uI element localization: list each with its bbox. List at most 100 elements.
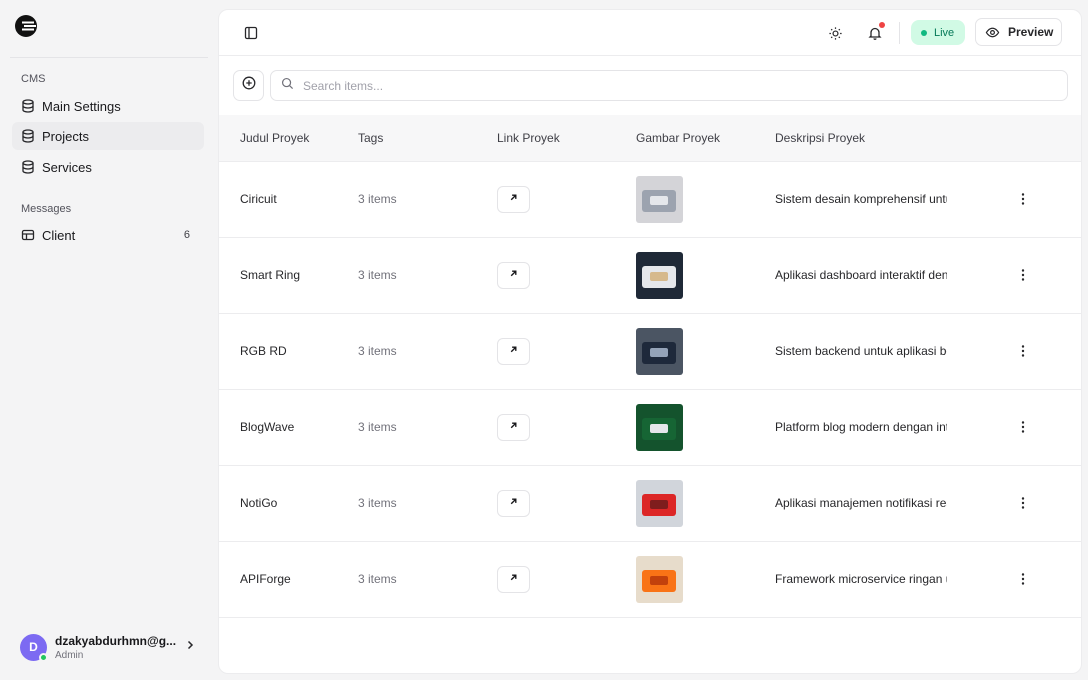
- project-description: Sistem backend untuk aplikasi berbasis: [775, 344, 947, 358]
- project-thumbnail[interactable]: [636, 555, 683, 603]
- project-thumbnail[interactable]: [636, 479, 683, 527]
- table-row[interactable]: APIForge 3 items Framework microservice …: [219, 541, 1081, 617]
- project-image-cell: [636, 541, 775, 617]
- project-link-cell: [497, 237, 636, 313]
- row-actions-cell: [975, 313, 1081, 389]
- brand-logo-icon[interactable]: [14, 14, 38, 38]
- arrow-up-right-icon: [508, 344, 519, 358]
- section-label-messages: Messages: [21, 203, 72, 215]
- project-tags: 3 items: [358, 420, 397, 434]
- project-title: APIForge: [240, 572, 291, 586]
- column-header[interactable]: Judul Proyek: [219, 115, 358, 161]
- column-header[interactable]: Gambar Proyek: [636, 115, 775, 161]
- sidebar-item-services[interactable]: Services: [12, 153, 204, 181]
- database-icon: [21, 160, 35, 174]
- project-link-cell: [497, 389, 636, 465]
- chevron-right-icon: [184, 638, 196, 656]
- arrow-up-right-icon: [508, 268, 519, 282]
- preview-label: Preview: [1008, 25, 1054, 39]
- table-header-row: Judul Proyek Tags Link Proyek Gambar Pro…: [219, 115, 1081, 161]
- table-row[interactable]: Smart Ring 3 items Aplikasi dashboard in…: [219, 237, 1081, 313]
- more-options-icon[interactable]: [1013, 189, 1033, 209]
- table-row[interactable]: Ciricuit 3 items Sistem desain komprehen…: [219, 161, 1081, 237]
- live-label: Live: [934, 26, 955, 39]
- projects-table: Judul Proyek Tags Link Proyek Gambar Pro…: [219, 115, 1081, 618]
- preview-button[interactable]: Preview: [975, 18, 1062, 46]
- sidebar-item-client[interactable]: Client 6: [12, 221, 204, 249]
- project-description: Aplikasi dashboard interaktif dengan: [775, 268, 947, 282]
- plus-circle-icon: [242, 76, 256, 95]
- more-options-icon[interactable]: [1013, 569, 1033, 589]
- project-description: Framework microservice ringan untuk: [775, 572, 947, 586]
- more-options-icon[interactable]: [1013, 265, 1033, 285]
- open-link-button[interactable]: [497, 337, 530, 365]
- more-options-icon[interactable]: [1013, 417, 1033, 437]
- arrow-up-right-icon: [508, 572, 519, 586]
- open-link-button[interactable]: [497, 413, 530, 441]
- project-thumbnail[interactable]: [636, 175, 683, 223]
- live-status-badge[interactable]: Live: [911, 20, 965, 45]
- table-row[interactable]: NotiGo 3 items Aplikasi manajemen notifi…: [219, 465, 1081, 541]
- sidebar-divider: [10, 57, 208, 58]
- top-bar: Live Preview: [219, 10, 1081, 56]
- project-description-cell: Aplikasi dashboard interaktif dengan: [775, 237, 975, 313]
- row-actions-cell: [975, 237, 1081, 313]
- project-image-cell: [636, 313, 775, 389]
- arrow-up-right-icon: [508, 496, 519, 510]
- user-menu[interactable]: D dzakyabdurhmn@g... Admin: [20, 632, 200, 662]
- user-email: dzakyabdurhmn@g...: [55, 633, 177, 648]
- sidebar-item-projects[interactable]: Projects: [12, 122, 204, 150]
- project-description-cell: Sistem desain komprehensif untuk: [775, 161, 975, 237]
- open-link-button[interactable]: [497, 565, 530, 593]
- online-status-dot: [39, 652, 48, 662]
- user-role: Admin: [55, 649, 84, 661]
- count-badge: 6: [183, 229, 190, 241]
- arrow-up-right-icon: [508, 420, 519, 434]
- table-icon: [21, 228, 35, 242]
- open-link-button[interactable]: [497, 261, 530, 289]
- sidebar: CMS Main Settings Projects Services Mess…: [0, 0, 210, 680]
- notification-bell-icon[interactable]: [864, 22, 886, 44]
- project-image-cell: [636, 161, 775, 237]
- sidebar-item-label: Main Settings: [42, 98, 121, 114]
- project-link-cell: [497, 541, 636, 617]
- column-header[interactable]: Tags: [358, 115, 497, 161]
- sun-icon[interactable]: [825, 23, 845, 43]
- more-options-icon[interactable]: [1013, 341, 1033, 361]
- project-description-cell: Aplikasi manajemen notifikasi real-time: [775, 465, 975, 541]
- project-description-cell: Framework microservice ringan untuk: [775, 541, 975, 617]
- project-description: Sistem desain komprehensif untuk: [775, 192, 947, 206]
- sidebar-toggle-icon[interactable]: [241, 23, 261, 43]
- project-title: Ciricuit: [240, 192, 277, 206]
- project-thumbnail[interactable]: [636, 403, 683, 451]
- row-actions-cell: [975, 541, 1081, 617]
- project-description: Platform blog modern dengan integrasi: [775, 420, 947, 434]
- more-options-icon[interactable]: [1013, 493, 1033, 513]
- project-link-cell: [497, 313, 636, 389]
- project-title: NotiGo: [240, 496, 278, 510]
- row-actions-cell: [975, 389, 1081, 465]
- search-input[interactable]: [303, 78, 1043, 93]
- project-title: BlogWave: [240, 420, 295, 434]
- project-tags: 3 items: [358, 572, 397, 586]
- table-row[interactable]: RGB RD 3 items Sistem backend untuk apli…: [219, 313, 1081, 389]
- project-image-cell: [636, 465, 775, 541]
- database-icon: [21, 99, 35, 113]
- avatar-initial: D: [29, 640, 38, 654]
- open-link-button[interactable]: [497, 489, 530, 517]
- add-item-button[interactable]: [233, 70, 264, 101]
- arrow-up-right-icon: [508, 192, 519, 206]
- column-header[interactable]: Deskripsi Proyek: [775, 115, 975, 161]
- project-thumbnail[interactable]: [636, 327, 683, 375]
- search-icon: [281, 77, 294, 95]
- project-thumbnail[interactable]: [636, 251, 683, 299]
- project-image-cell: [636, 389, 775, 465]
- sidebar-item-main-settings[interactable]: Main Settings: [12, 92, 204, 120]
- database-icon: [21, 129, 35, 143]
- open-link-button[interactable]: [497, 185, 530, 213]
- sidebar-item-label: Projects: [42, 128, 89, 144]
- table-row[interactable]: BlogWave 3 items Platform blog modern de…: [219, 389, 1081, 465]
- eye-icon: [985, 25, 1000, 40]
- column-header[interactable]: Link Proyek: [497, 115, 636, 161]
- search-box: [270, 70, 1068, 101]
